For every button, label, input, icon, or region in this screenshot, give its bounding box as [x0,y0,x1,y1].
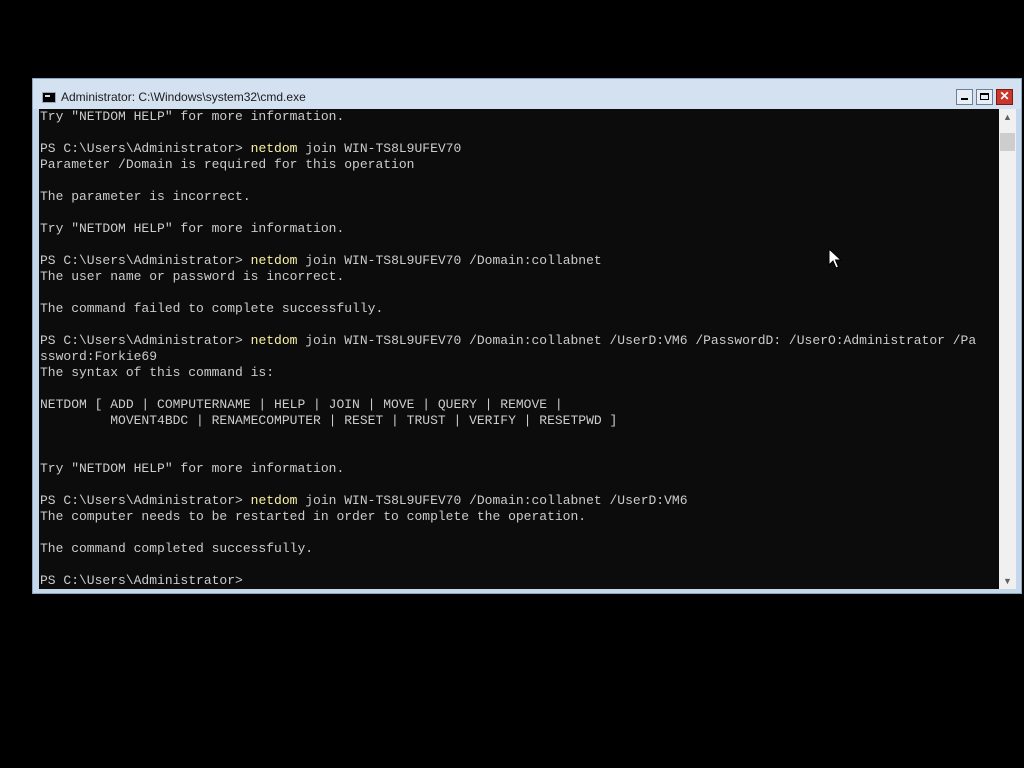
cmd-window: Administrator: C:\Windows\system32\cmd.e… [32,78,1022,594]
console-output[interactable]: Try "NETDOM HELP" for more information. P… [39,109,999,589]
scroll-thumb[interactable] [1000,133,1015,151]
vertical-scrollbar[interactable]: ▲ ▼ [999,109,1016,589]
console-command-args: join WIN-TS8L9UFEV70 /Domain:collabnet /… [297,493,688,508]
console-app-icon[interactable] [42,92,56,103]
console-output-line: The parameter is incorrect. [40,189,251,204]
console-prompt: PS C:\Users\Administrator> [40,493,251,508]
title-bar[interactable]: Administrator: C:\Windows\system32\cmd.e… [33,79,1021,109]
console-prompt: PS C:\Users\Administrator> [40,573,251,588]
console-command-line: PS C:\Users\Administrator> netdom join W… [39,141,999,157]
console-output-line: MOVENT4BDC | RENAMECOMPUTER | RESET | TR… [40,413,618,428]
window-title: Administrator: C:\Windows\system32\cmd.e… [61,90,306,104]
console-command-line: PS C:\Users\Administrator> netdom join W… [39,333,999,349]
console-output-line: The user name or password is incorrect. [40,269,345,284]
console-command-name: netdom [250,253,298,268]
console-output-line: The command completed successfully. [40,541,314,556]
console-command-name: netdom [250,493,298,508]
console-prompt: PS C:\Users\Administrator> [40,333,251,348]
console-output-line: The computer needs to be restarted in or… [40,509,587,524]
close-button[interactable]: ✕ [996,89,1013,105]
console-command-line: PS C:\Users\Administrator> netdom join W… [39,253,999,269]
scroll-up-arrow-icon[interactable]: ▲ [999,109,1016,125]
console-command-name: netdom [250,333,298,348]
console-command-args: join WIN-TS8L9UFEV70 /Domain:collabnet /… [297,333,977,348]
console-output-line: Try "NETDOM HELP" for more information. [40,109,345,124]
console-output-line: Parameter /Domain is required for this o… [40,157,415,172]
console-output-line: NETDOM [ ADD | COMPUTERNAME | HELP | JOI… [40,397,563,412]
console-output-line: Try "NETDOM HELP" for more information. [40,221,345,236]
console-output-line: The syntax of this command is: [40,365,275,380]
console-command-name: netdom [250,141,298,156]
maximize-button[interactable] [976,89,993,105]
console-output-line: Try "NETDOM HELP" for more information. [40,461,345,476]
console-command-line: PS C:\Users\Administrator> [39,573,999,589]
console-output-line: ssword:Forkie69 [40,349,158,364]
console-output-line: The command failed to complete successfu… [40,301,384,316]
console-command-line: PS C:\Users\Administrator> netdom join W… [39,493,999,509]
mouse-cursor-icon [828,248,842,269]
close-icon: ✕ [999,89,1010,103]
console-prompt: PS C:\Users\Administrator> [40,253,251,268]
minimize-button[interactable] [956,89,973,105]
console-prompt: PS C:\Users\Administrator> [40,141,251,156]
console-command-args: join WIN-TS8L9UFEV70 /Domain:collabnet [297,253,602,268]
scroll-down-arrow-icon[interactable]: ▼ [999,573,1016,589]
console-command-args: join WIN-TS8L9UFEV70 [297,141,462,156]
